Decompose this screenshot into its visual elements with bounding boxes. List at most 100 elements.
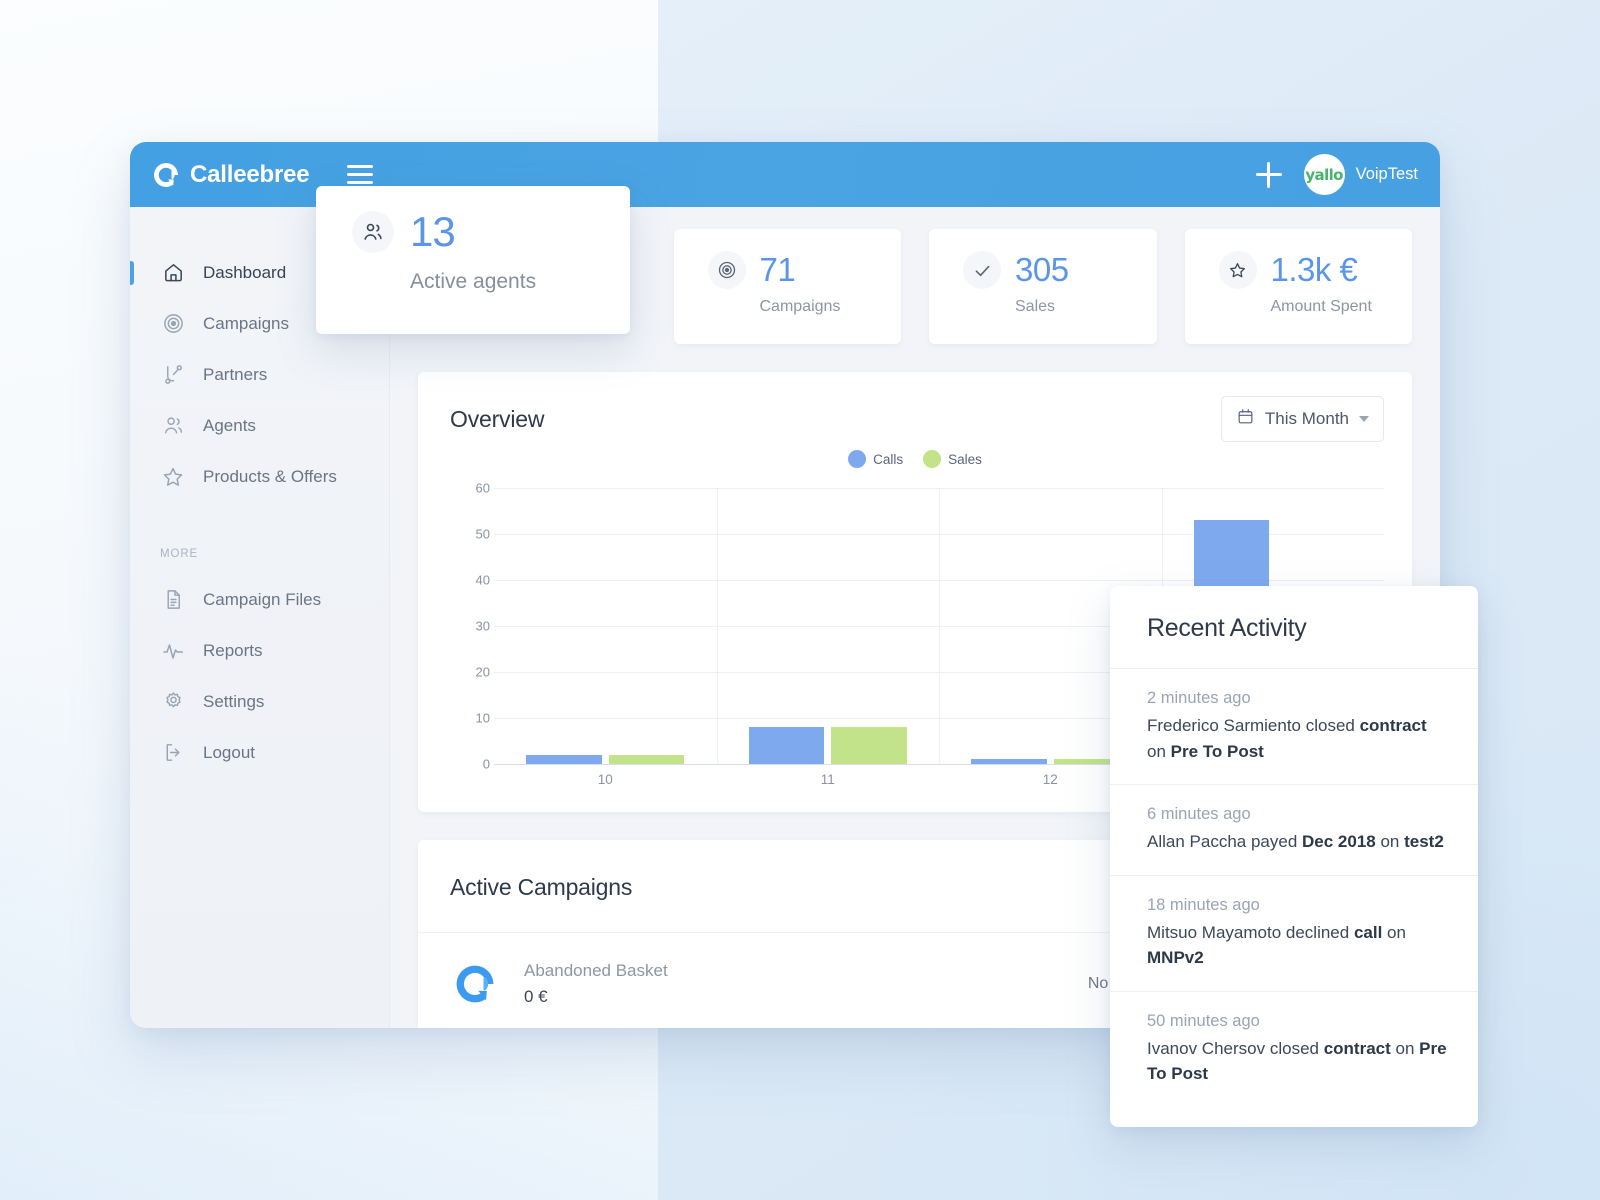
legend-label: Sales (948, 451, 982, 467)
overview-header: Overview This Month (418, 372, 1412, 442)
document-icon (160, 587, 186, 613)
x-tick-label: 11 (820, 772, 835, 787)
activity-target: Pre To Post (1170, 741, 1264, 761)
activity-action: contract (1359, 716, 1427, 735)
stat-card-sales[interactable]: 305 Sales (929, 229, 1157, 344)
activity-timestamp: 50 minutes ago (1147, 1011, 1260, 1030)
logout-icon (160, 740, 186, 766)
stat-value: 13 (410, 208, 456, 255)
star-icon (1218, 251, 1257, 289)
activity-timestamp: 18 minutes ago (1147, 895, 1260, 914)
plus-icon[interactable] (1255, 161, 1282, 188)
stat-value: 305 (1015, 251, 1069, 288)
sidebar-item-logout[interactable]: Logout (130, 727, 389, 778)
stat-label: Amount Spent (1270, 298, 1372, 315)
stat-label: Sales (1015, 298, 1056, 315)
chart-bar-calls (748, 727, 825, 764)
activity-target: Pre To Post (1147, 1038, 1447, 1084)
users-icon (352, 211, 394, 253)
y-tick-label: 10 (475, 710, 490, 726)
y-tick-label: 30 (475, 618, 490, 634)
chart-y-axis: 0 10 20 30 40 50 60 (458, 481, 494, 772)
sidebar-item-reports[interactable]: Reports (130, 625, 389, 676)
activity-target: test2 (1404, 832, 1444, 851)
y-tick-label: 50 (475, 526, 490, 542)
pulse-icon (160, 638, 186, 664)
stat-card-amount-spent[interactable]: 1.3k € Amount Spent (1184, 229, 1412, 344)
recent-activity-list: 2 minutes ago Frederico Sarmiento closed … (1110, 669, 1478, 1107)
date-filter-label: This Month (1264, 409, 1349, 428)
activity-item[interactable]: 50 minutes ago Ivanov Chersov closed cont… (1110, 992, 1478, 1107)
sidebar-item-label: Dashboard (203, 262, 287, 282)
check-icon (963, 251, 1001, 289)
chart-legend: Calls Sales (418, 450, 1412, 468)
brand-name: Calleebree (190, 160, 310, 188)
x-tick-label: 10 (597, 772, 613, 787)
campaign-amount: 0 € (524, 987, 548, 1006)
activity-text: Ivanov Chersov closed contract on Pre To… (1147, 1038, 1447, 1084)
activity-item[interactable]: 6 minutes ago Allan Paccha payed Dec 2018… (1110, 785, 1478, 876)
page-title: Overview (450, 405, 545, 432)
activity-action: call (1353, 922, 1383, 942)
star-icon (160, 464, 186, 490)
sidebar-item-partners[interactable]: Partners (130, 349, 389, 400)
sidebar-item-label: Campaign Files (203, 589, 322, 609)
chart-bar-sales (831, 727, 907, 764)
sidebar-item-products-offers[interactable]: Products & Offers (130, 451, 389, 502)
activity-text: Allan Paccha payed Dec 2018 on test2 (1147, 832, 1444, 851)
activity-target: MNPv2 (1147, 948, 1204, 967)
activity-item[interactable]: 2 minutes ago Frederico Sarmiento closed … (1110, 669, 1478, 785)
overview-date-filter[interactable]: This Month (1220, 396, 1384, 442)
sidebar-item-label: Reports (203, 640, 263, 660)
sidebar-item-label: Products & Offers (203, 466, 337, 486)
branch-icon (160, 362, 186, 388)
x-tick-label: 12 (1042, 772, 1058, 787)
y-tick-label: 40 (475, 572, 490, 588)
hamburger-menu-icon[interactable] (347, 165, 374, 184)
legend-swatch-sales (923, 450, 942, 468)
sidebar-item-campaign-files[interactable]: Campaign Files (130, 574, 389, 625)
stat-label: Active agents (410, 270, 537, 293)
stat-card-campaigns[interactable]: 71 Campaigns (673, 229, 901, 344)
y-tick-label: 0 (482, 756, 490, 772)
chart-bar-calls (971, 759, 1047, 764)
activity-text: Frederico Sarmiento closed contract on P… (1147, 716, 1427, 761)
stat-label: Campaigns (759, 298, 841, 315)
users-icon (160, 413, 186, 439)
brand-logo[interactable]: Calleebree (151, 160, 310, 190)
activity-text: Mitsuo Mayamoto declined call on MNPv2 (1147, 922, 1406, 968)
chevron-down-icon (1359, 416, 1369, 422)
legend-item-sales[interactable]: Sales (923, 450, 982, 468)
activity-timestamp: 2 minutes ago (1147, 689, 1251, 707)
sidebar-item-label: Campaigns (203, 313, 289, 333)
chart-bar-sales (608, 754, 685, 764)
campaign-name: Abandoned Basket (524, 961, 668, 980)
recent-activity-panel: Recent Activity 2 minutes ago Frederico S… (1110, 586, 1478, 1127)
avatar: yallo (1303, 154, 1345, 195)
avatar-label: yallo (1305, 165, 1343, 184)
sidebar-item-label: Partners (203, 364, 268, 384)
sidebar-item-agents[interactable]: Agents (130, 400, 389, 451)
activity-timestamp: 6 minutes ago (1147, 805, 1251, 823)
recent-activity-title: Recent Activity (1147, 614, 1307, 642)
y-tick-label: 20 (475, 664, 490, 680)
target-icon (707, 251, 746, 289)
gear-icon (160, 689, 186, 715)
sidebar-section-more: MORE (160, 548, 199, 560)
stat-card-active-agents[interactable]: 13 Active agents (316, 186, 630, 334)
stat-value: 71 (759, 251, 796, 288)
activity-action: contract (1323, 1038, 1391, 1058)
account-menu[interactable]: yallo VoipTest (1303, 154, 1418, 195)
activity-item[interactable]: 18 minutes ago Mitsuo Mayamoto declined c… (1110, 876, 1478, 992)
chart-bar-calls (526, 754, 602, 764)
sidebar-item-label: Agents (203, 415, 256, 435)
sidebar-item-settings[interactable]: Settings (130, 676, 389, 727)
y-tick-label: 60 (475, 480, 490, 496)
activity-action: Dec 2018 (1302, 832, 1376, 851)
sidebar-item-label: Settings (203, 691, 265, 711)
sidebar-item-label: Logout (203, 742, 255, 762)
account-name: VoipTest (1355, 165, 1418, 183)
campaigns-title: Active Campaigns (450, 873, 633, 900)
legend-item-calls[interactable]: Calls (848, 450, 903, 468)
calleebree-logo-icon (154, 162, 178, 187)
